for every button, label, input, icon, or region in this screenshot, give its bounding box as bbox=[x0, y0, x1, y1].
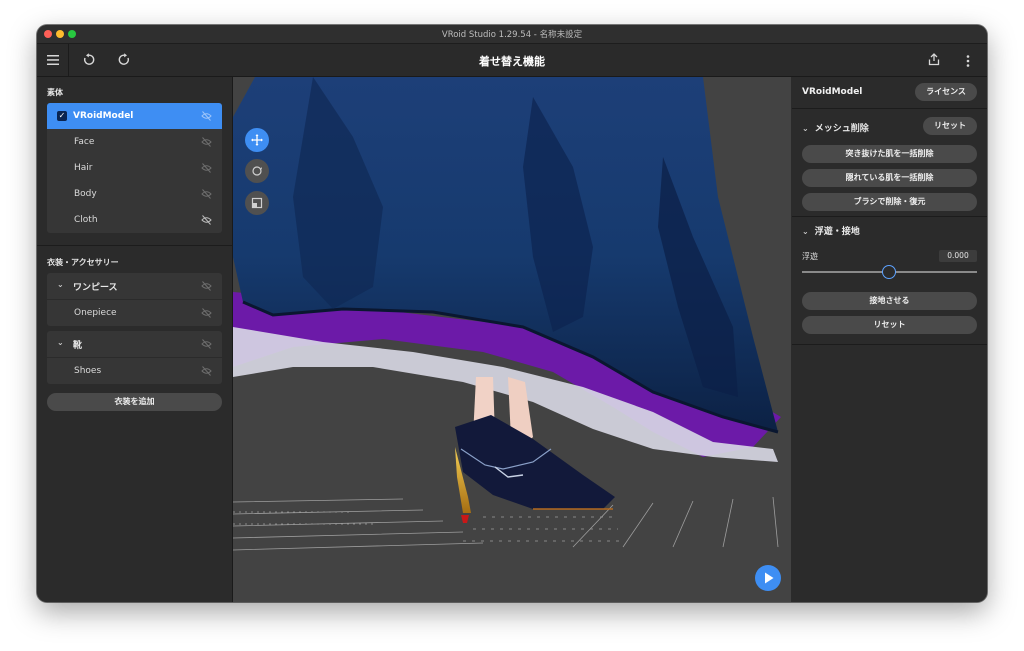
rotate-icon[interactable] bbox=[245, 159, 269, 183]
list-item-shoes[interactable]: Shoes bbox=[47, 358, 222, 384]
model-name: VRoidModel bbox=[802, 87, 863, 97]
float-label: 浮遊 bbox=[802, 252, 818, 261]
list-item-label: Cloth bbox=[74, 215, 98, 225]
play-icon[interactable] bbox=[755, 565, 781, 591]
brush-delete-restore-button[interactable]: ブラシで削除・復元 bbox=[802, 193, 977, 211]
eye-off-icon[interactable] bbox=[201, 366, 212, 376]
add-costume-button[interactable]: 衣装を追加 bbox=[47, 393, 222, 411]
chevron-down-icon: ⌄ bbox=[802, 124, 809, 133]
list-item-body[interactable]: Body bbox=[47, 181, 222, 207]
divider bbox=[792, 108, 987, 109]
chevron-down-icon: ⌄ bbox=[802, 227, 809, 236]
group-header-label: 靴 bbox=[73, 340, 83, 351]
3d-viewport[interactable] bbox=[233, 77, 791, 602]
section-base-title: 素体 bbox=[47, 88, 63, 97]
group-header-shoes[interactable]: ⌄ 靴 bbox=[47, 331, 222, 358]
divider bbox=[37, 245, 232, 246]
right-panel: VRoidModel ライセンス ⌄ メッシュ削除 リセット 突き抜けた肌を一括削… bbox=[792, 77, 987, 602]
move-icon[interactable] bbox=[245, 128, 269, 152]
list-item-label: Onepiece bbox=[74, 308, 117, 318]
group-header-onepiece[interactable]: ⌄ ワンピース bbox=[47, 273, 222, 300]
costume-group-onepiece: ⌄ ワンピース Onepiece bbox=[47, 273, 222, 326]
chevron-down-icon[interactable]: ✓ bbox=[57, 111, 67, 121]
mesh-section-title: メッシュ削除 bbox=[814, 124, 869, 134]
section-costume-title: 衣装・アクセサリー bbox=[47, 258, 119, 267]
mesh-section-header[interactable]: ⌄ メッシュ削除 bbox=[802, 121, 869, 134]
left-panel: 素体 ✓ VRoidModel Face Hair Body Cloth 衣装・… bbox=[37, 77, 233, 602]
license-button[interactable]: ライセンス bbox=[915, 83, 977, 101]
eye-off-icon[interactable] bbox=[201, 281, 212, 291]
eye-off-icon[interactable] bbox=[201, 215, 212, 225]
delete-hidden-skin-button[interactable]: 隠れている肌を一括削除 bbox=[802, 169, 977, 187]
list-item-vroidmodel[interactable]: ✓ VRoidModel bbox=[47, 103, 222, 129]
eye-off-icon[interactable] bbox=[201, 189, 212, 199]
float-reset-button[interactable]: リセット bbox=[802, 316, 977, 334]
chevron-down-icon: ⌄ bbox=[57, 338, 64, 347]
costume-group-shoes: ⌄ 靴 Shoes bbox=[47, 331, 222, 384]
delete-penetrating-skin-button[interactable]: 突き抜けた肌を一括削除 bbox=[802, 145, 977, 163]
divider bbox=[792, 216, 987, 217]
zoom-icon[interactable] bbox=[245, 191, 269, 215]
float-section-title: 浮遊・接地 bbox=[814, 227, 860, 237]
float-value-input[interactable]: 0.000 bbox=[939, 250, 977, 262]
list-item-label: VRoidModel bbox=[73, 111, 134, 121]
group-header-label: ワンピース bbox=[73, 282, 118, 293]
list-item-label: Shoes bbox=[74, 366, 102, 376]
eye-off-icon[interactable] bbox=[201, 308, 212, 318]
eye-off-icon[interactable] bbox=[201, 163, 212, 173]
list-item-label: Hair bbox=[74, 163, 93, 173]
share-icon[interactable] bbox=[926, 51, 942, 67]
float-slider-thumb[interactable] bbox=[882, 265, 896, 279]
mesh-reset-button[interactable]: リセット bbox=[923, 117, 977, 135]
eye-off-icon[interactable] bbox=[201, 111, 212, 121]
list-item-hair[interactable]: Hair bbox=[47, 155, 222, 181]
ground-button[interactable]: 接地させる bbox=[802, 292, 977, 310]
float-section-header[interactable]: ⌄ 浮遊・接地 bbox=[802, 224, 860, 237]
model-render bbox=[233, 77, 781, 551]
list-item-cloth[interactable]: Cloth bbox=[47, 207, 222, 233]
list-item-label: Body bbox=[74, 189, 97, 199]
page-title: 着せ替え機能 bbox=[479, 55, 545, 68]
list-item-label: Face bbox=[74, 137, 95, 147]
list-item-face[interactable]: Face bbox=[47, 129, 222, 155]
top-toolbar: 着せ替え機能 bbox=[37, 44, 987, 77]
app-window: VRoid Studio 1.29.54 - 名称未設定 着せ替え機能 素体 ✓… bbox=[37, 25, 987, 602]
list-item-onepiece[interactable]: Onepiece bbox=[47, 300, 222, 326]
title-bar: VRoid Studio 1.29.54 - 名称未設定 bbox=[37, 25, 987, 44]
eye-off-icon[interactable] bbox=[201, 137, 212, 147]
window-title: VRoid Studio 1.29.54 - 名称未設定 bbox=[441, 30, 583, 40]
base-list: ✓ VRoidModel Face Hair Body Cloth bbox=[47, 103, 222, 233]
more-vertical-icon[interactable] bbox=[961, 53, 975, 69]
eye-off-icon[interactable] bbox=[201, 339, 212, 349]
divider bbox=[792, 344, 987, 345]
chevron-down-icon: ⌄ bbox=[57, 280, 64, 289]
